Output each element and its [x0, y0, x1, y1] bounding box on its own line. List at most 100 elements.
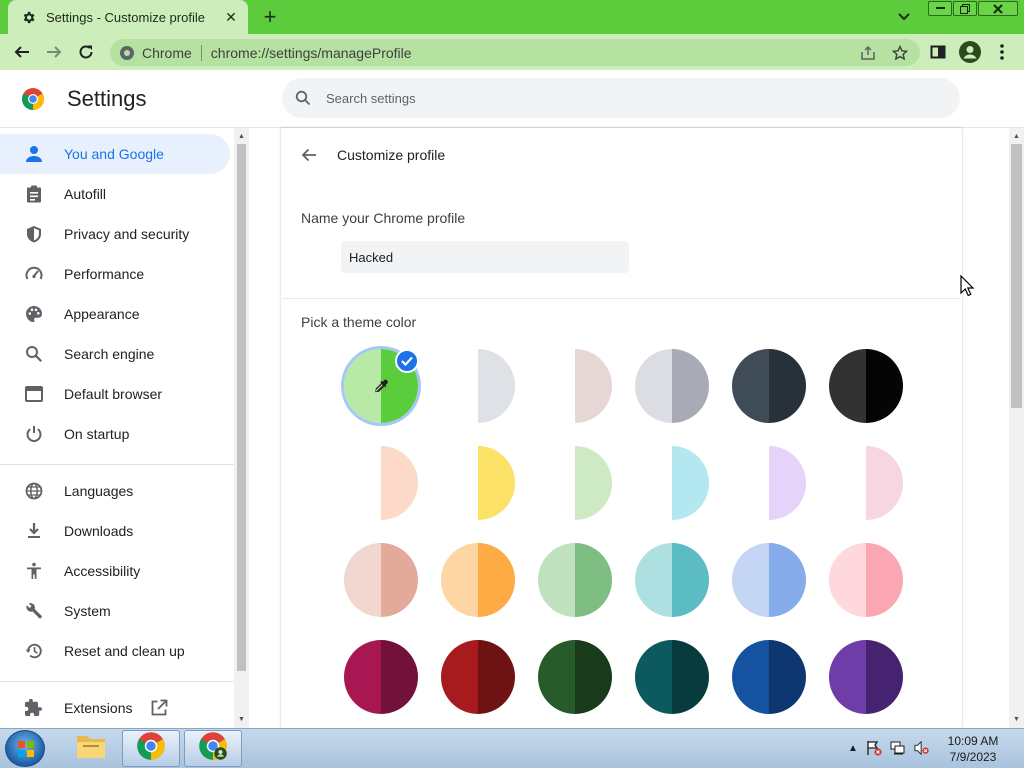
chrome-taskbar-icon: [136, 731, 166, 766]
url-text[interactable]: chrome://settings/manageProfile: [211, 45, 856, 61]
sidebar-item-reset-and-clean-up[interactable]: Reset and clean up: [0, 631, 230, 671]
theme-color-swatch[interactable]: [441, 446, 515, 520]
network-icon[interactable]: [890, 740, 906, 756]
start-button[interactable]: [5, 730, 45, 767]
chrome-site-icon: [119, 45, 135, 61]
address-bar[interactable]: Chrome chrome://settings/manageProfile: [110, 39, 920, 66]
search-placeholder: Search settings: [326, 90, 416, 106]
clock-time: 10:09 AM: [947, 734, 999, 748]
theme-color-swatch[interactable]: [344, 543, 418, 617]
restore-button[interactable]: [953, 1, 977, 16]
sidebar-item-privacy-and-security[interactable]: Privacy and security: [0, 214, 230, 254]
theme-color-swatch[interactable]: [538, 446, 612, 520]
eyedropper-icon: [371, 376, 391, 396]
chrome-logo-icon: [21, 87, 45, 111]
restore-icon: [24, 641, 44, 661]
reload-icon[interactable]: [74, 40, 98, 64]
taskbar-chrome-profile-button[interactable]: [184, 730, 242, 767]
magnifier-icon: [24, 344, 44, 364]
forward-arrow-icon[interactable]: [42, 40, 66, 64]
sidebar-item-downloads[interactable]: Downloads: [0, 511, 230, 551]
globe-icon: [24, 481, 44, 501]
theme-color-swatch[interactable]: [344, 446, 418, 520]
sidebar-item-you-and-google[interactable]: You and Google: [0, 134, 230, 174]
theme-color-swatch[interactable]: [732, 446, 806, 520]
section-divider: [282, 298, 961, 299]
theme-color-swatch[interactable]: [829, 446, 903, 520]
taskbar-chrome-button[interactable]: [122, 730, 180, 767]
sidebar-item-on-startup[interactable]: On startup: [0, 414, 230, 454]
side-panel-icon[interactable]: [926, 40, 950, 64]
back-arrow-icon[interactable]: [10, 40, 34, 64]
sidebar-item-extensions[interactable]: Extensions: [0, 688, 230, 728]
sidebar-scrollbar-thumb[interactable]: [237, 144, 246, 671]
page-scroll-down-icon[interactable]: ▼: [1009, 712, 1024, 726]
theme-color-swatch[interactable]: [441, 640, 515, 714]
wrench-icon: [24, 601, 44, 621]
sidebar-item-label: Languages: [64, 483, 134, 499]
theme-color-swatch[interactable]: [829, 543, 903, 617]
tray-expand-icon[interactable]: ▲: [845, 740, 861, 756]
back-arrow-icon[interactable]: [297, 143, 321, 167]
sidebar-item-autofill[interactable]: Autofill: [0, 174, 230, 214]
theme-color-swatch[interactable]: [829, 349, 903, 423]
minimize-button[interactable]: [928, 1, 952, 16]
site-label: Chrome: [142, 44, 192, 61]
theme-color-swatch[interactable]: [344, 640, 418, 714]
puzzle-icon: [24, 698, 44, 718]
theme-color-swatch[interactable]: [635, 543, 709, 617]
theme-color-swatch[interactable]: [829, 640, 903, 714]
sidebar-item-system[interactable]: System: [0, 591, 230, 631]
sidebar-item-appearance[interactable]: Appearance: [0, 294, 230, 334]
theme-color-swatch[interactable]: [441, 543, 515, 617]
close-tab-icon[interactable]: ✕: [222, 8, 240, 26]
sidebar-item-label: Default browser: [64, 386, 163, 402]
menu-dots-icon[interactable]: [990, 40, 1014, 64]
profile-name-input[interactable]: [341, 241, 629, 273]
taskbar-explorer-button[interactable]: [62, 730, 120, 767]
theme-color-swatch[interactable]: [635, 640, 709, 714]
theme-color-swatch[interactable]: [732, 543, 806, 617]
sidebar-scroll-up-icon[interactable]: ▲: [234, 129, 249, 143]
theme-color-swatch[interactable]: [538, 640, 612, 714]
sidebar-item-performance[interactable]: Performance: [0, 254, 230, 294]
theme-color-swatch[interactable]: [441, 349, 515, 423]
sidebar-item-label: Reset and clean up: [64, 643, 185, 659]
bookmark-star-icon[interactable]: [888, 41, 912, 65]
theme-color-swatch[interactable]: [538, 543, 612, 617]
subpage-title: Customize profile: [337, 147, 446, 163]
share-icon[interactable]: [856, 41, 880, 65]
folder-icon: [75, 732, 107, 765]
theme-color-swatch[interactable]: [732, 349, 806, 423]
theme-color-label: Pick a theme color: [301, 314, 417, 330]
open-in-new-icon: [149, 698, 169, 718]
speedometer-icon: [24, 264, 44, 284]
tab-settings[interactable]: Settings - Customize profile ✕: [8, 0, 248, 34]
theme-color-swatch[interactable]: [635, 349, 709, 423]
sidebar-item-accessibility[interactable]: Accessibility: [0, 551, 230, 591]
action-center-flag-icon[interactable]: [866, 740, 882, 756]
profile-avatar[interactable]: [958, 40, 982, 64]
new-tab-button[interactable]: +: [258, 4, 282, 29]
sidebar-item-label: Autofill: [64, 186, 107, 202]
chevron-down-icon[interactable]: [893, 7, 915, 27]
sidebar-item-languages[interactable]: Languages: [0, 471, 230, 511]
search-icon: [293, 88, 313, 108]
accessibility-icon: [24, 561, 44, 581]
sidebar-scroll-down-icon[interactable]: ▼: [234, 712, 249, 726]
sidebar-divider: [0, 681, 234, 682]
close-window-button[interactable]: [978, 1, 1018, 16]
volume-muted-icon[interactable]: [914, 740, 930, 756]
sidebar-item-default-browser[interactable]: Default browser: [0, 374, 230, 414]
system-clock[interactable]: 10:09 AM 7/9/2023: [942, 733, 1004, 765]
theme-color-swatch[interactable]: [538, 349, 612, 423]
page-scrollbar-thumb[interactable]: [1011, 144, 1022, 408]
theme-color-swatch[interactable]: [635, 446, 709, 520]
search-settings-field[interactable]: Search settings: [282, 78, 960, 118]
sidebar-item-search-engine[interactable]: Search engine: [0, 334, 230, 374]
theme-color-swatch[interactable]: [732, 640, 806, 714]
mouse-cursor-icon: [960, 274, 976, 297]
sidebar-item-label: Performance: [64, 266, 145, 282]
page-scroll-up-icon[interactable]: ▲: [1009, 129, 1024, 143]
sidebar-divider: [0, 464, 234, 465]
